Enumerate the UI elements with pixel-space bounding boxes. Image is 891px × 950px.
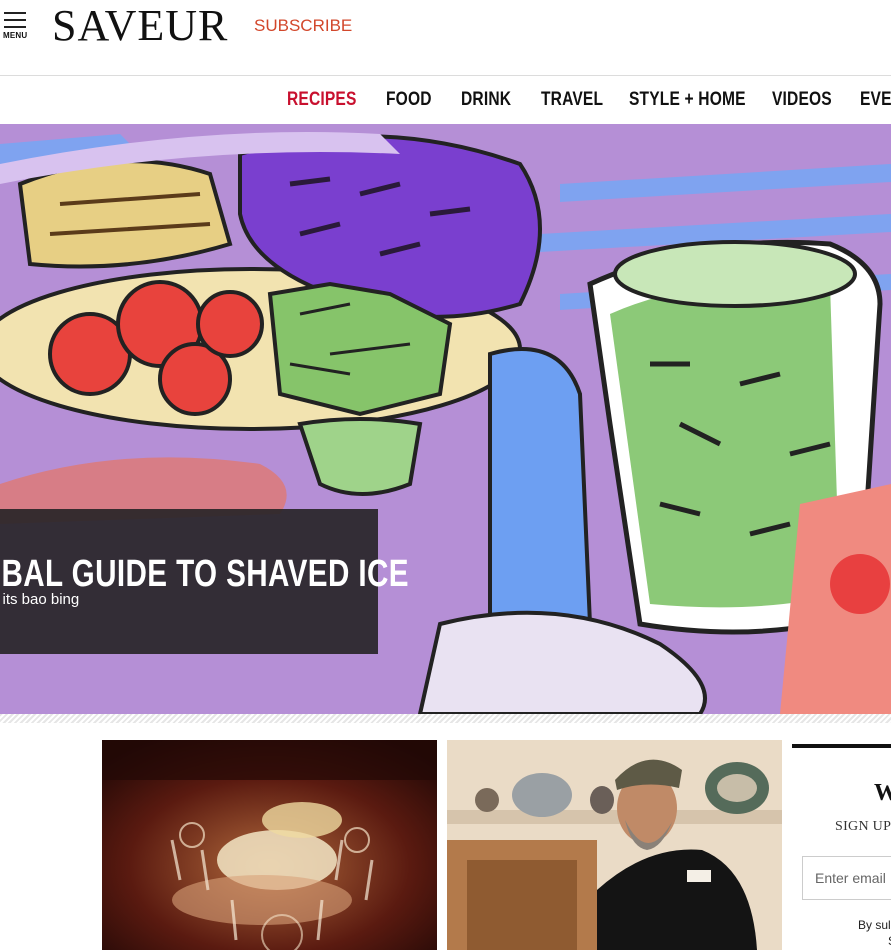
nav-item-food[interactable]: FOOD — [386, 89, 432, 111]
newsletter-signup-label: SIGN UP — [835, 819, 891, 834]
site-header: MENU SAVEUR SUBSCRIBE — [0, 0, 891, 76]
hero-title[interactable]: OBAL GUIDE TO SHAVED ICE — [0, 553, 409, 596]
story-card-chef[interactable] — [447, 740, 782, 950]
newsletter-signup: W SIGN UP By sul S — [792, 744, 891, 950]
nav-item-style-home[interactable]: STYLE + HOME — [629, 89, 746, 111]
site-logo[interactable]: SAVEUR — [52, 4, 228, 48]
nav-item-drink[interactable]: DRINK — [461, 89, 511, 111]
menu-label: MENU — [3, 31, 28, 40]
hero-caption[interactable]: OBAL GUIDE TO SHAVED ICE n its bao bing — [0, 509, 409, 654]
nav-item-recipes[interactable]: RECIPES — [287, 89, 357, 111]
dinner-table-image — [102, 740, 437, 950]
hero-subtitle: n its bao bing — [0, 591, 80, 608]
hero-feature[interactable]: OBAL GUIDE TO SHAVED ICE n its bao bing — [0, 124, 891, 714]
newsletter-heading: W — [874, 780, 891, 806]
subscribe-link[interactable]: SUBSCRIBE — [254, 16, 352, 36]
hamburger-icon — [4, 12, 26, 14]
nav-item-events[interactable]: EVE — [860, 89, 891, 111]
nav-item-videos[interactable]: VIDEOS — [772, 89, 832, 111]
hamburger-icon-bar — [4, 19, 26, 21]
email-input[interactable] — [802, 856, 891, 900]
story-card-dinner[interactable] — [102, 740, 437, 950]
main-nav: RECIPES FOOD DRINK TRAVEL STYLE + HOME V… — [0, 77, 891, 124]
menu-button[interactable]: MENU — [3, 12, 29, 42]
chef-portrait-image — [447, 740, 782, 950]
divider — [0, 714, 891, 723]
hamburger-icon-bar — [4, 26, 26, 28]
newsletter-legal: By sul — [858, 918, 891, 932]
nav-item-travel[interactable]: TRAVEL — [541, 89, 603, 111]
